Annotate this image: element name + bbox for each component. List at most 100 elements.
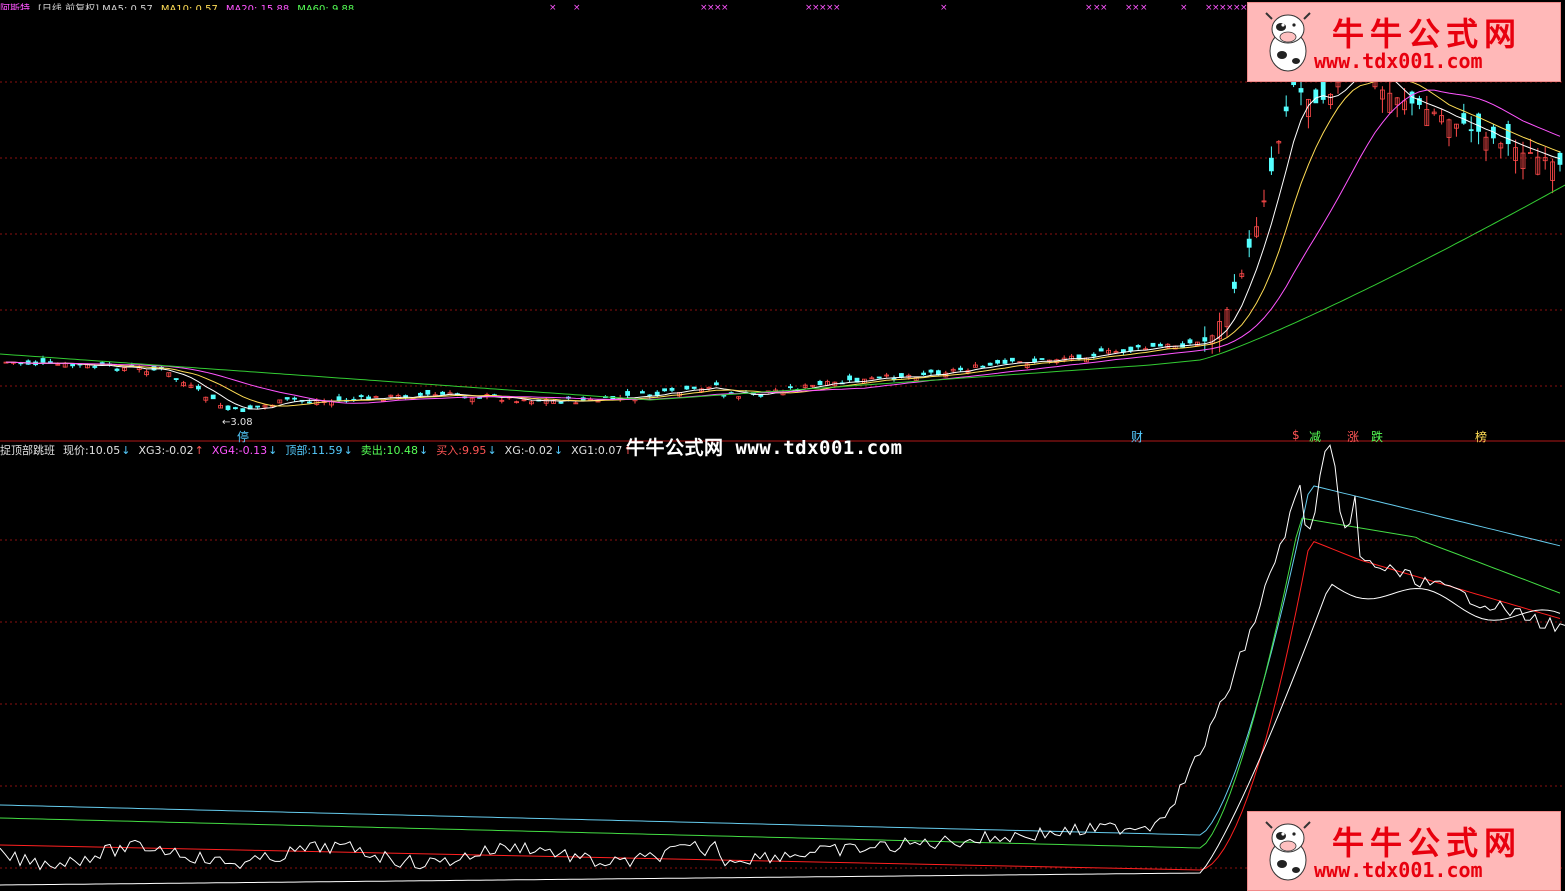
candle-body — [987, 362, 993, 366]
arrow-up-icon: ↑ — [194, 444, 204, 457]
candle-body — [292, 397, 298, 400]
indicator-item: XG1:0.07↑ — [571, 444, 632, 457]
header-item: MA60: 9.88 — [297, 4, 355, 10]
candle-body — [899, 373, 904, 378]
indicator-item: 顶部:11.59↓ — [285, 444, 352, 457]
brand-url: www.tdx001.com — [1314, 49, 1483, 73]
candle-body — [1032, 358, 1037, 363]
candle-body — [225, 405, 231, 410]
candle-body — [284, 397, 290, 400]
event-tag[interactable]: $ — [1292, 428, 1300, 442]
candle-body — [1187, 339, 1193, 344]
ma10-line — [5, 78, 1561, 407]
signal-marker: × — [1132, 3, 1140, 13]
indicator-item: XG4:-0.13↓ — [212, 444, 277, 457]
candle-body — [1283, 106, 1289, 112]
moving-average-lines — [0, 66, 1565, 410]
indicator-value: -0.02 — [165, 444, 194, 457]
candle-body — [373, 396, 379, 398]
candle-body — [662, 388, 667, 392]
header-item: [日线,前复权] MA5: 0.57 — [38, 4, 153, 10]
candle-body — [210, 394, 216, 400]
brand-watermark-top: 牛牛公式网 www.tdx001.com — [1247, 2, 1561, 82]
indicator-label: 现价: — [63, 444, 89, 457]
candle-body — [440, 391, 446, 395]
signal-marker: × — [721, 3, 729, 13]
candle-body — [1128, 346, 1134, 352]
candle-body — [1269, 157, 1274, 172]
header-item: MA10: 0.57 — [160, 4, 218, 10]
candle-body — [625, 391, 630, 396]
candle-body — [958, 367, 963, 371]
arrow-down-icon: ↓ — [268, 444, 278, 457]
candle-body — [714, 382, 719, 386]
candle-body — [1468, 129, 1474, 132]
candle-body — [92, 366, 98, 368]
signal-marker: × — [940, 3, 948, 13]
candle-body — [70, 364, 75, 367]
arrow-down-icon: ↓ — [343, 444, 353, 457]
event-tag[interactable]: 涨 — [1347, 428, 1359, 445]
indicator-label: XG: — [504, 444, 525, 457]
candle-body — [876, 376, 882, 379]
indicator-label: 顶部: — [285, 444, 312, 457]
candle-body — [640, 391, 645, 394]
indicator-value: 11.59 — [311, 444, 343, 457]
indicator-price-line — [0, 444, 1565, 871]
candle-body — [1557, 152, 1563, 165]
candle-body — [1298, 88, 1304, 93]
cow-logo-icon — [1265, 12, 1311, 72]
candle-body — [1010, 357, 1015, 362]
indicator-label: 买入: — [436, 444, 462, 457]
candle-body — [691, 386, 697, 389]
indicator-value: 9.95 — [461, 444, 487, 457]
signal-marker: × — [1100, 3, 1108, 13]
center-watermark: 牛牛公式网 www.tdx001.com — [626, 437, 903, 459]
ma60-line — [0, 184, 1565, 401]
indicator-values: 现价:10.05↓ XG3:-0.02↑ XG4:-0.13↓ 顶部:11.59↓ 卖出… — [63, 442, 641, 458]
candle-body — [817, 381, 823, 386]
candlestick-series — [3, 44, 1563, 412]
indicator-item: XG:-0.02↓ — [505, 444, 563, 457]
candle-body — [417, 392, 423, 396]
indicator-item: 现价:10.05↓ — [63, 444, 130, 457]
candle-body — [558, 401, 564, 404]
event-tag[interactable]: 跌 — [1371, 428, 1383, 445]
brand-url: www.tdx001.com — [1314, 858, 1483, 882]
event-tag[interactable]: 榜 — [1475, 428, 1487, 445]
indicator-label: XG3: — [138, 444, 166, 457]
candle-body — [255, 405, 261, 408]
indicator-item: 卖出:10.48↓ — [361, 444, 428, 457]
candle-body — [847, 375, 852, 381]
indicator-top-line — [0, 485, 1561, 836]
signal-marker: × — [549, 3, 557, 13]
candle-body — [1002, 359, 1008, 364]
candle-body — [195, 385, 201, 390]
candle-body — [425, 389, 431, 395]
indicator-value: -0.02 — [524, 444, 553, 457]
indicator-value: 10.05 — [88, 444, 121, 457]
arrow-down-icon: ↓ — [121, 444, 131, 457]
candle-body — [40, 358, 46, 363]
signal-marker: × — [1140, 3, 1148, 13]
grid-lines — [0, 81, 1565, 869]
candle-body — [1091, 353, 1097, 357]
candle-body — [1158, 343, 1163, 347]
ma5-line — [5, 66, 1561, 410]
signal-marker: × — [1085, 3, 1093, 13]
candle-body — [1150, 342, 1156, 347]
arrow-down-icon: ↓ — [419, 444, 429, 457]
indicator-value: -0.13 — [238, 444, 268, 457]
candle-body — [654, 391, 660, 396]
indicator-item: XG3:-0.02↑ — [138, 444, 203, 457]
indicator-name[interactable]: 捉顶部跳班 — [0, 442, 55, 458]
candle-body — [669, 387, 675, 391]
candle-body — [921, 372, 926, 376]
candle-body — [928, 369, 934, 373]
candle-body — [1505, 123, 1511, 145]
candle-body — [240, 408, 246, 412]
candle-body — [758, 394, 764, 397]
candle-body — [1039, 358, 1045, 360]
event-tag[interactable]: 减 — [1309, 428, 1321, 445]
event-tag[interactable]: 财 — [1131, 428, 1143, 445]
